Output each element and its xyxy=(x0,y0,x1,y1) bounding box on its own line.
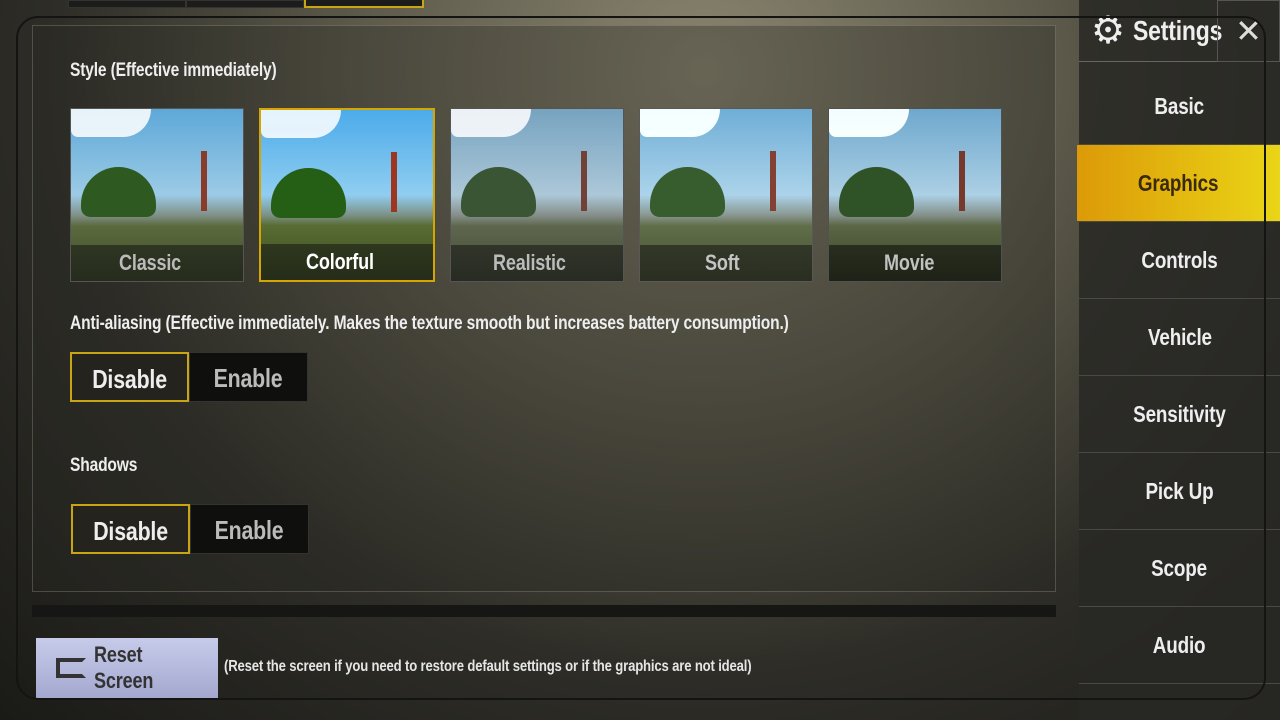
style-label: Style (Effective immediately) xyxy=(70,60,277,81)
close-icon: ✕ xyxy=(1235,13,1262,49)
sidebar-nav: Basic Graphics Controls Vehicle Sensitiv… xyxy=(1077,68,1280,684)
sidebar-item-audio[interactable]: Audio xyxy=(1079,607,1280,684)
close-button[interactable]: ✕ xyxy=(1217,0,1280,62)
sidebar-item-sensitivity[interactable]: Sensitivity xyxy=(1079,376,1280,453)
sidebar-item-graphics[interactable]: Graphics xyxy=(1077,145,1280,222)
style-movie[interactable]: Movie xyxy=(828,108,1002,282)
reset-screen-button[interactable]: Reset Screen xyxy=(36,638,218,698)
top-tab[interactable] xyxy=(68,0,186,8)
sidebar-item-vehicle[interactable]: Vehicle xyxy=(1079,299,1280,376)
sidebar-item-basic[interactable]: Basic xyxy=(1079,68,1280,145)
shadows-label: Shadows xyxy=(70,455,138,476)
anti-aliasing-label: Anti-aliasing (Effective immediately. Ma… xyxy=(70,313,789,334)
anti-aliasing-toggle: Disable Enable xyxy=(70,352,308,402)
style-options: Classic Colorful Realistic Soft Movie xyxy=(70,108,1002,282)
sidebar-item-scope[interactable]: Scope xyxy=(1079,530,1280,607)
sidebar-item-controls[interactable]: Controls xyxy=(1079,222,1280,299)
reset-note: (Reset the screen if you need to restore… xyxy=(224,658,752,675)
shadows-toggle: Disable Enable xyxy=(71,504,309,554)
shadows-disable-button[interactable]: Disable xyxy=(71,504,190,554)
settings-header: ⚙ Settings xyxy=(1079,0,1223,62)
page-title: Settings xyxy=(1133,14,1223,46)
style-classic[interactable]: Classic xyxy=(70,108,244,282)
reset-icon xyxy=(56,658,86,678)
shadows-enable-button[interactable]: Enable xyxy=(190,504,309,554)
top-tab-strip xyxy=(68,0,424,8)
top-tab[interactable] xyxy=(186,0,304,8)
sidebar-item-pick-up[interactable]: Pick Up xyxy=(1079,453,1280,530)
style-colorful[interactable]: Colorful xyxy=(259,108,435,282)
anti-aliasing-enable-button[interactable]: Enable xyxy=(189,352,308,402)
gear-icon: ⚙ xyxy=(1091,9,1126,52)
style-realistic[interactable]: Realistic xyxy=(450,108,624,282)
anti-aliasing-disable-button[interactable]: Disable xyxy=(70,352,189,402)
top-tab-selected[interactable] xyxy=(304,0,424,8)
style-soft[interactable]: Soft xyxy=(639,108,813,282)
divider xyxy=(32,605,1056,617)
